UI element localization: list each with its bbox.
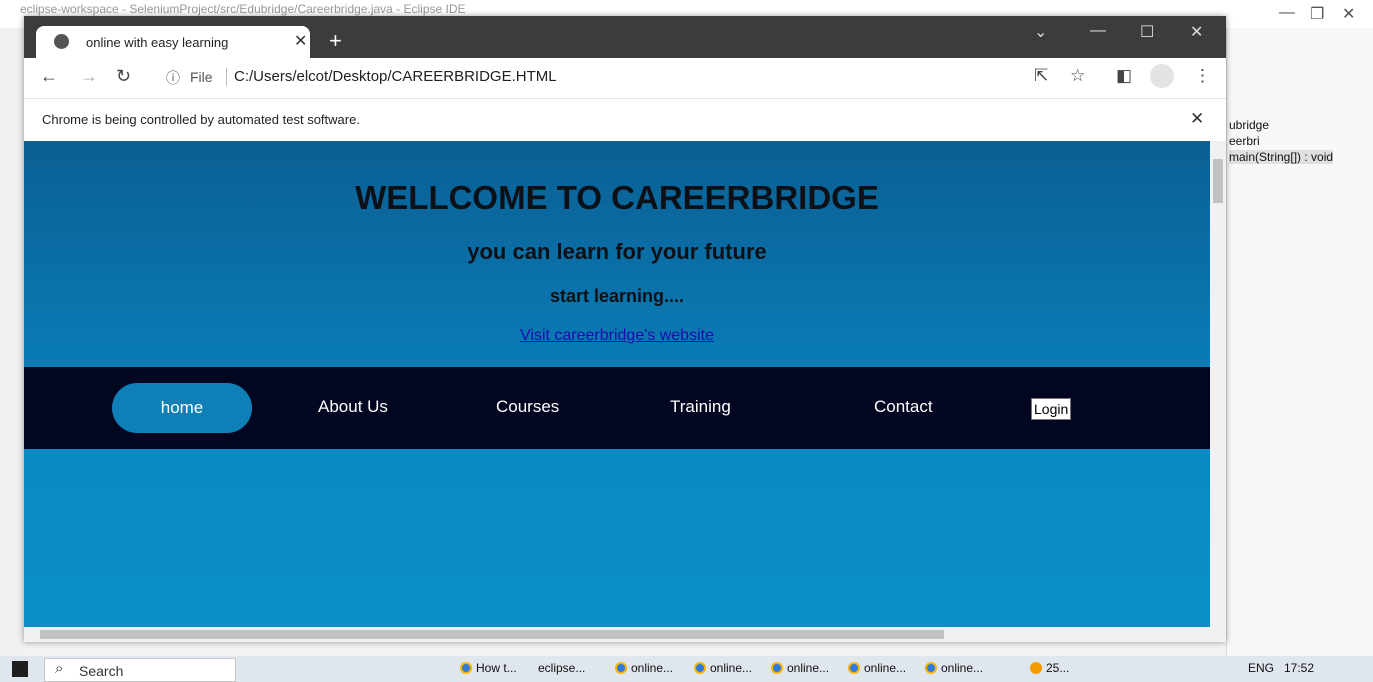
horizontal-scrollbar[interactable] [24,627,1226,642]
minimize-icon[interactable]: — [1090,22,1106,40]
infobar-message: Chrome is being controlled by automated … [42,112,360,127]
page-subheading: you can learn for your future [467,239,767,264]
url-text[interactable]: C:/Users/elcot/Desktop/CAREERBRIDGE.HTML [234,68,557,85]
info-icon[interactable]: ⓘ [166,68,180,88]
chevron-down-icon[interactable]: ⌄ [1034,22,1047,42]
nav-courses[interactable]: Courses [496,391,559,441]
vertical-scrollbar[interactable] [1210,141,1226,627]
outline-item[interactable]: eerbri [1229,134,1260,148]
close-icon[interactable]: ✕ [1190,22,1203,42]
globe-icon [54,34,69,49]
outline-item[interactable]: main(String[]) : void [1229,150,1334,164]
profile-avatar[interactable] [1150,64,1174,88]
search-icon: ⌕ [55,660,64,677]
taskbar: ⌕ Search How t... eclipse... online... o… [0,656,1373,682]
forward-icon[interactable]: → [80,66,98,87]
site-nav: home About Us Courses Training Contact L… [24,367,1210,449]
taskbar-app[interactable]: online... [615,661,673,675]
minimize-icon[interactable]: — [1279,4,1295,22]
taskbar-search[interactable]: ⌕ Search [44,658,236,682]
divider [226,68,227,86]
browser-tab[interactable]: online with easy learning ✕ [36,26,310,58]
eclipse-outline-panel: ubridge eerbri main(String[]) : void [1226,28,1373,656]
web-page: WELLCOME TO CAREERBRIDGE you can learn f… [24,141,1210,627]
language-indicator[interactable]: ENG [1248,661,1274,675]
clock[interactable]: 17:52 [1284,661,1314,675]
maximize-icon[interactable]: ☐ [1140,22,1154,42]
search-label: Search [79,663,124,679]
eclipse-title: eclipse-workspace - SeleniumProject/src/… [20,2,466,16]
star-icon[interactable]: ☆ [1070,66,1085,86]
share-icon[interactable]: ⇱ [1034,66,1048,86]
new-tab-icon[interactable]: + [329,28,342,54]
tab-close-icon[interactable]: ✕ [294,31,307,51]
taskbar-app[interactable]: online... [694,661,752,675]
browser-toolbar: ← → ↻ ⓘ File C:/Users/elcot/Desktop/CARE… [24,58,1226,98]
login-button[interactable]: Login [1031,398,1072,420]
infobar-close-icon[interactable]: ✕ [1190,109,1204,129]
address-bar[interactable]: ⓘ File C:/Users/elcot/Desktop/CAREERBRID… [150,64,1070,92]
tab-title: online with easy learning [86,35,229,50]
back-icon[interactable]: ← [40,66,58,87]
website-link[interactable]: Visit careerbridge's website [24,327,1210,345]
side-panel-icon[interactable]: ◧ [1116,66,1132,86]
eclipse-left-gutter [0,28,24,656]
outline-item[interactable]: ubridge [1229,118,1269,132]
scroll-thumb[interactable] [40,630,944,639]
page-tagline: start learning.... [549,286,685,306]
scroll-thumb[interactable] [1213,159,1223,203]
nav-contact[interactable]: Contact [874,391,933,441]
nav-training[interactable]: Training [670,391,731,441]
automation-infobar: Chrome is being controlled by automated … [24,98,1226,142]
close-icon[interactable]: ✕ [1342,4,1355,24]
taskbar-app[interactable]: How t... [460,661,517,675]
page-heading: WELLCOME TO CAREERBRIDGE [355,179,879,216]
nav-home[interactable]: home [112,383,252,433]
taskbar-app[interactable]: online... [848,661,906,675]
taskbar-app[interactable]: online... [771,661,829,675]
restore-icon[interactable]: ❐ [1310,4,1324,24]
taskbar-app[interactable]: 25... [1030,661,1069,675]
windows-start-icon[interactable] [12,661,28,677]
hero-section: WELLCOME TO CAREERBRIDGE you can learn f… [24,141,1210,367]
taskbar-app[interactable]: eclipse... [538,661,585,675]
reload-icon[interactable]: ↻ [116,66,131,87]
taskbar-app[interactable]: online... [925,661,983,675]
chrome-window: online with easy learning ✕ + ⌄ — ☐ ✕ ← … [24,16,1226,642]
nav-about-us[interactable]: About Us [318,391,388,441]
file-label: File [190,69,213,85]
menu-icon[interactable]: ⋮ [1194,66,1211,86]
